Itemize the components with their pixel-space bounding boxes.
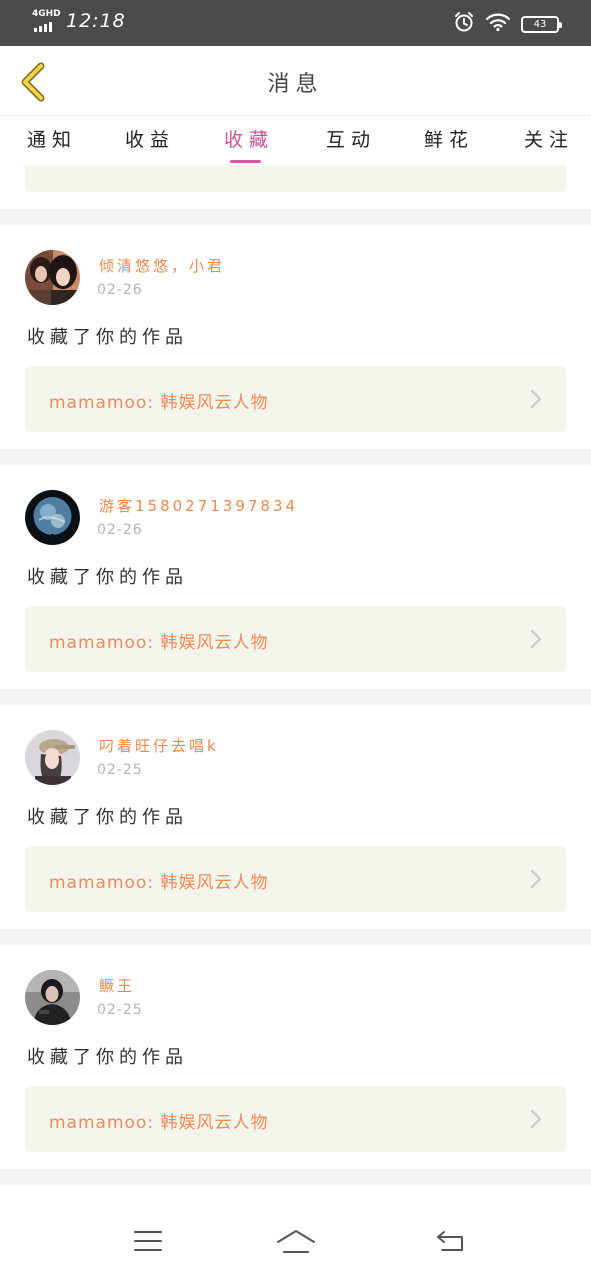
home-icon[interactable]: [276, 1228, 316, 1256]
work-card-partial[interactable]: [25, 165, 566, 192]
menu-icon[interactable]: [133, 1228, 163, 1254]
tab-notifications[interactable]: 通知: [27, 125, 77, 152]
battery-icon: 43: [521, 15, 562, 33]
back-icon[interactable]: [434, 1228, 466, 1254]
avatar[interactable]: [25, 970, 80, 1025]
user-name[interactable]: 叼着旺仔去唱k: [99, 735, 219, 756]
work-card[interactable]: mamamoo: 韩娱风云人物: [25, 366, 566, 432]
chevron-right-icon: [530, 1109, 542, 1129]
message-date: 02-26: [97, 282, 143, 298]
user-name[interactable]: 倾清悠悠，小君: [99, 255, 225, 276]
work-card[interactable]: mamamoo: 韩娱风云人物: [25, 846, 566, 912]
message-list[interactable]: 倾清悠悠，小君 02-26 收藏了你的作品 mamamoo: 韩娱风云人物 游客…: [0, 165, 591, 1200]
page-title: 消息: [267, 72, 324, 97]
message-action: 收藏了你的作品: [27, 1047, 188, 1068]
user-name[interactable]: 游客1580271397834: [99, 495, 298, 516]
work-title: mamamoo: 韩娱风云人物: [49, 393, 269, 413]
avatar[interactable]: [25, 250, 80, 305]
work-card[interactable]: mamamoo: 韩娱风云人物: [25, 1086, 566, 1152]
divider: [0, 1169, 591, 1185]
signal-icon: [34, 22, 52, 32]
divider: [0, 449, 591, 465]
tab-interactions[interactable]: 互动: [326, 125, 376, 152]
user-name[interactable]: 鳜王: [99, 975, 135, 996]
divider: [0, 689, 591, 705]
list-item: 鳜王 02-25 收藏了你的作品 mamamoo: 韩娱风云人物: [0, 945, 591, 1169]
chevron-right-icon: [530, 869, 542, 889]
chevron-right-icon: [530, 389, 542, 409]
clock-time: 12:18: [66, 10, 126, 32]
header: 消息: [0, 46, 591, 116]
message-date: 02-26: [97, 522, 143, 538]
status-bar: 4GHD 12:18 43: [0, 0, 591, 46]
wifi-icon: [485, 12, 511, 36]
message-date: 02-25: [97, 762, 143, 778]
message-action: 收藏了你的作品: [27, 327, 188, 348]
status-right: 43: [453, 11, 562, 37]
chevron-right-icon: [530, 629, 542, 649]
message-action: 收藏了你的作品: [27, 807, 188, 828]
work-title: mamamoo: 韩娱风云人物: [49, 633, 269, 653]
active-tab-indicator: [230, 160, 261, 163]
avatar[interactable]: [25, 490, 80, 545]
list-item: 游客1580271397834 02-26 收藏了你的作品 mamamoo: 韩…: [0, 465, 591, 689]
tab-flowers[interactable]: 鲜花: [424, 125, 474, 152]
message-action: 收藏了你的作品: [27, 567, 188, 588]
list-item: 叼着旺仔去唱k 02-25 收藏了你的作品 mamamoo: 韩娱风云人物: [0, 705, 591, 929]
tab-bar: 通知 收益 收藏 互动 鲜花 关注: [0, 117, 591, 165]
divider: [0, 929, 591, 945]
avatar[interactable]: [25, 730, 80, 785]
tab-favorites[interactable]: 收藏: [224, 125, 274, 152]
list-item: 倾清悠悠，小君 02-26 收藏了你的作品 mamamoo: 韩娱风云人物: [0, 225, 591, 449]
message-date: 02-25: [97, 1002, 143, 1018]
tab-earnings[interactable]: 收益: [125, 125, 175, 152]
system-nav-bar: [0, 1200, 591, 1280]
work-title: mamamoo: 韩娱风云人物: [49, 1113, 269, 1133]
divider: [0, 209, 591, 225]
work-card[interactable]: mamamoo: 韩娱风云人物: [25, 606, 566, 672]
tab-following[interactable]: 关注: [524, 125, 574, 152]
network-type: 4GHD: [32, 9, 61, 19]
alarm-icon: [453, 11, 475, 37]
battery-level: 43: [533, 18, 547, 30]
work-title: mamamoo: 韩娱风云人物: [49, 873, 269, 893]
